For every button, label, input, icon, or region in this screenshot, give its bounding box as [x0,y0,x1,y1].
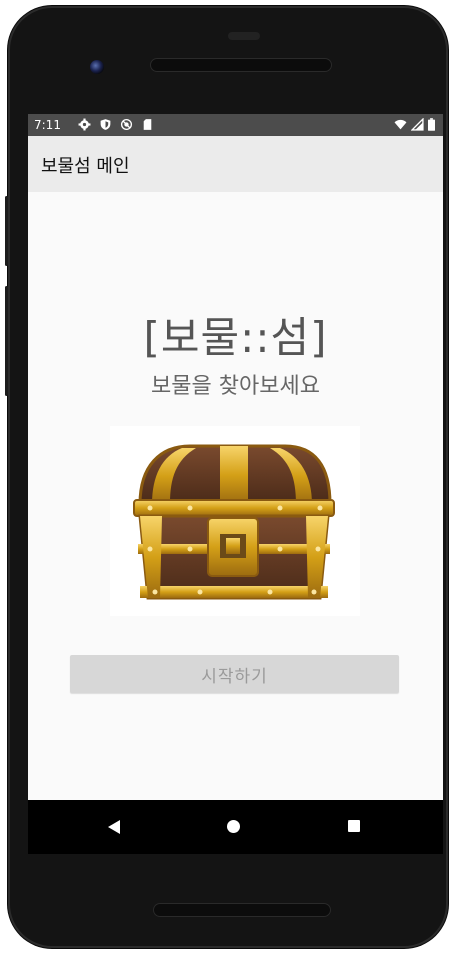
status-time: 7:11 [34,118,61,132]
recents-icon[interactable] [348,820,360,832]
status-icons-right [394,118,435,131]
headline: [보물::섬] [143,313,328,362]
treasure-chest-image [110,426,360,616]
shield-icon [100,119,111,130]
front-camera-icon [90,60,104,74]
bottom-speaker [153,903,331,917]
volume-button [5,286,8,396]
settings-gear-icon [78,118,91,131]
app-title: 보물섬 메인 [41,156,130,177]
device-screen: 7:11 보물섬 메인 [보물::섬] 보물을 찾아보세요 시작하기 [28,114,443,854]
status-icons-left [78,118,154,131]
sd-card-icon [143,119,152,130]
proximity-sensor [228,32,260,40]
location-off-icon [120,118,133,131]
app-bar: 보물섬 메인 [28,136,443,192]
signal-icon [411,118,424,131]
start-button[interactable]: 시작하기 [70,655,399,693]
earpiece-speaker [150,58,332,72]
navigation-bar [28,800,443,854]
power-button [5,196,8,266]
battery-icon [428,118,435,131]
home-icon[interactable] [227,820,240,833]
back-icon[interactable] [108,820,120,834]
subheadline: 보물을 찾아보세요 [151,374,320,399]
treasure-chest-icon [133,444,335,600]
main-content: [보물::섬] 보물을 찾아보세요 시작하기 [28,192,443,800]
wifi-icon [394,119,407,130]
status-bar: 7:11 [28,114,443,136]
